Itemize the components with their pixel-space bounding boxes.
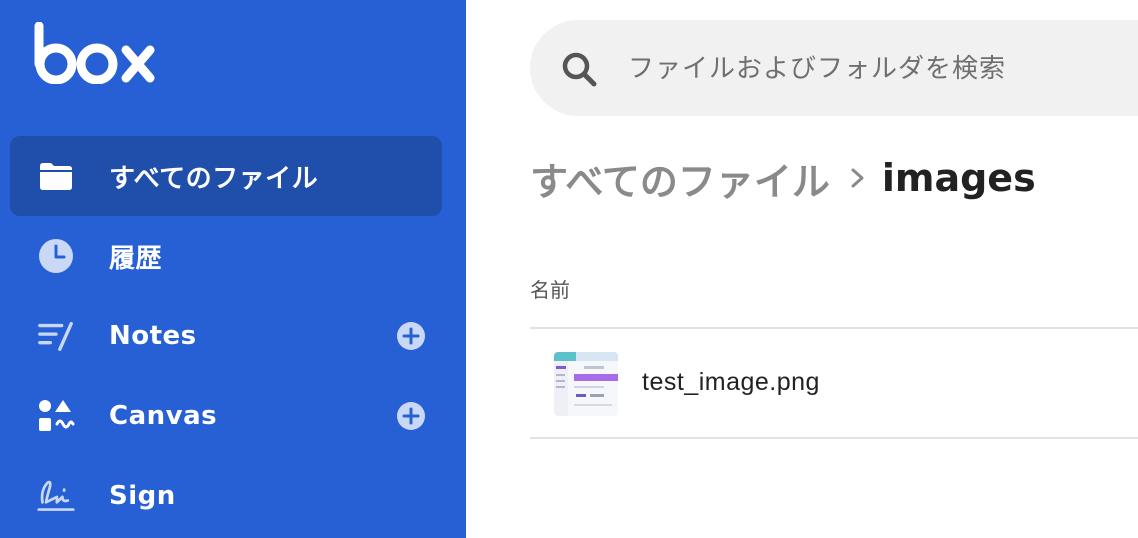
sidebar-item-label: Sign [109, 481, 176, 511]
plus-circle-icon [397, 322, 425, 350]
search-input[interactable] [626, 46, 1138, 92]
sidebar-nav: すべてのファイル 履歴 Notes Canvas Sign [10, 136, 442, 536]
sidebar-item-all-files[interactable]: すべてのファイル [10, 136, 442, 216]
search-icon[interactable] [560, 50, 598, 88]
breadcrumb-current: images [881, 156, 1036, 200]
main-content: すべてのファイル images 名前 [466, 0, 1138, 538]
sidebar: すべてのファイル 履歴 Notes Canvas Sign [0, 0, 466, 538]
add-canvas-button[interactable] [396, 401, 426, 431]
app-window: すべてのファイル 履歴 Notes Canvas Sign ファイルおよびフォル… [0, 0, 1138, 538]
sidebar-item-label: Canvas [109, 401, 218, 431]
notes-icon [37, 317, 75, 355]
column-header-name[interactable]: 名前 [530, 274, 570, 303]
canvas-shapes-icon [37, 397, 75, 435]
header-divider [530, 327, 1138, 329]
folder-icon [37, 157, 75, 195]
image-thumbnail [554, 352, 618, 416]
sidebar-item-label: すべてのファイル [109, 163, 319, 194]
file-name-link[interactable]: test_image.png [642, 368, 820, 397]
sidebar-item-sign[interactable]: Sign [10, 456, 442, 536]
plus-circle-icon [397, 402, 425, 430]
add-note-button[interactable] [396, 321, 426, 351]
chevron-right-icon [848, 164, 868, 192]
sidebar-item-canvas[interactable]: Canvas [10, 376, 442, 456]
clock-icon [37, 237, 75, 275]
sidebar-item-history[interactable]: 履歴 [10, 216, 442, 296]
sidebar-item-notes[interactable]: Notes [10, 296, 442, 376]
sidebar-item-label: 履歴 [109, 243, 163, 274]
search-bar[interactable] [530, 20, 1138, 116]
sidebar-item-label: Notes [109, 321, 197, 351]
breadcrumb-root-link[interactable]: すべてのファイル [530, 151, 830, 206]
signature-icon [37, 477, 75, 515]
breadcrumb: すべてのファイル images [530, 150, 1036, 206]
row-divider [530, 437, 1138, 439]
box-logo[interactable] [34, 21, 158, 85]
box-logo-icon [34, 21, 155, 85]
table-row[interactable]: test_image.png [530, 330, 1138, 438]
